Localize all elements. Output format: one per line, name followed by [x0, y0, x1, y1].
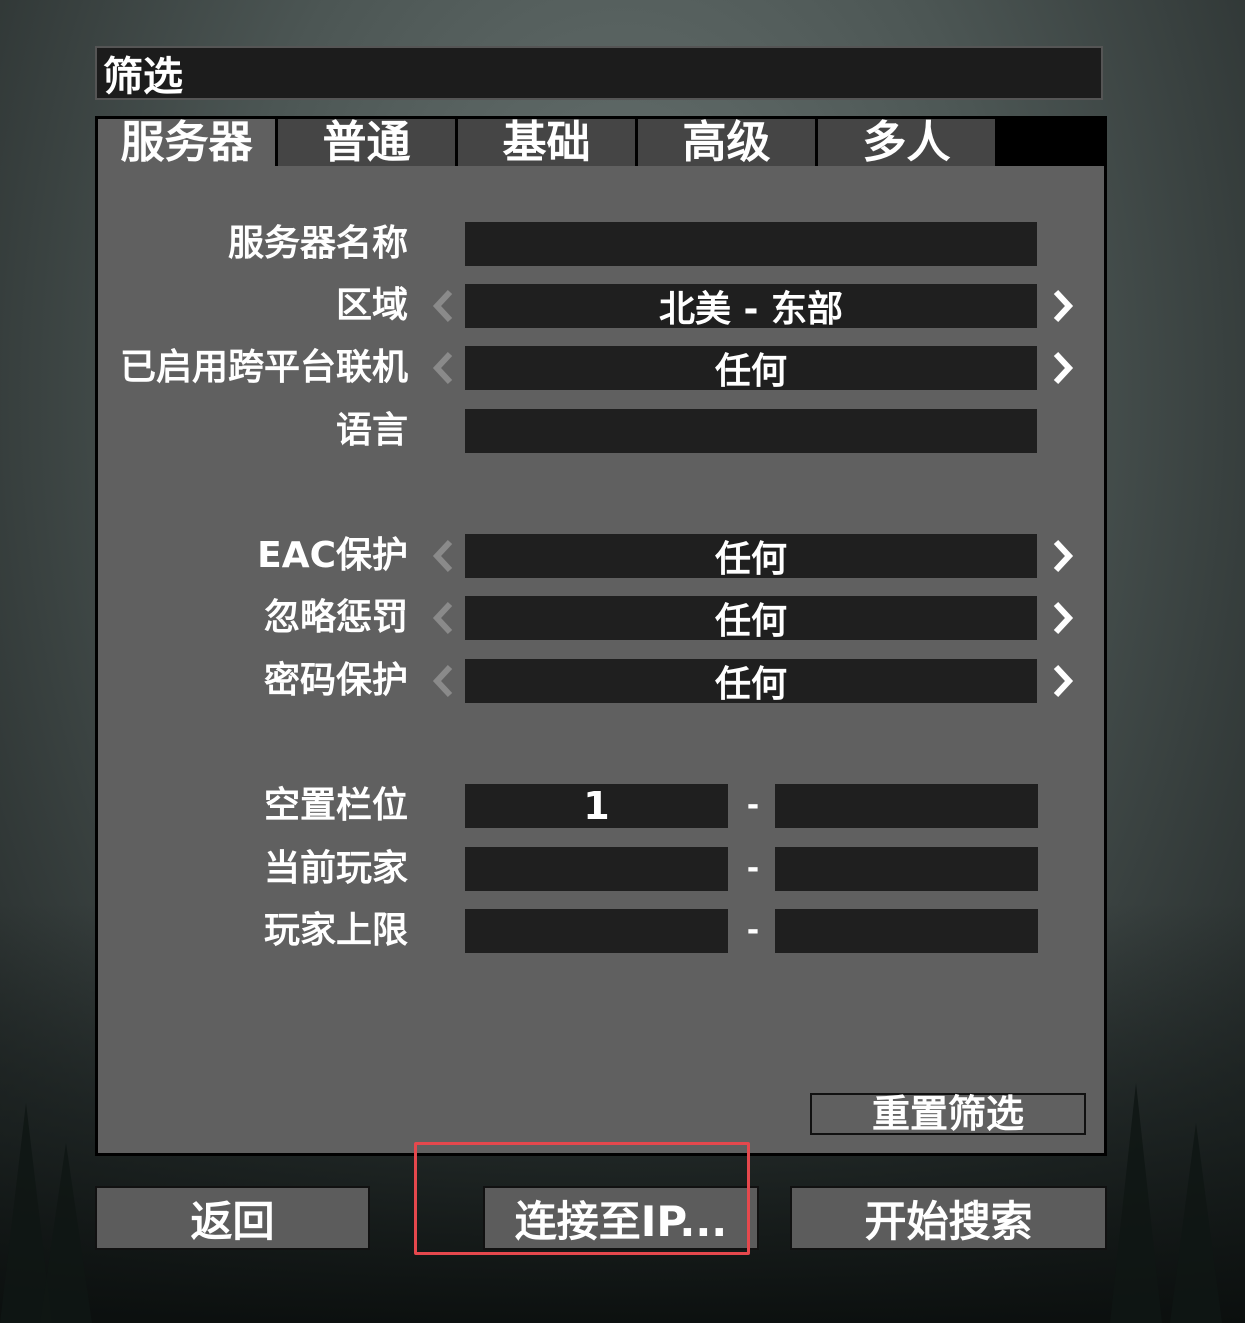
filter-title-bar: 筛选 — [95, 46, 1103, 100]
free-slots-max-input[interactable] — [775, 784, 1038, 828]
region-selector[interactable]: 北美 - 东部 — [465, 284, 1037, 330]
chevron-left-icon[interactable] — [428, 284, 458, 328]
current-players-row: 当前玩家 - — [98, 847, 1104, 891]
range-separator: - — [746, 851, 760, 886]
back-button[interactable]: 返回 — [95, 1186, 370, 1250]
server-name-input[interactable] — [465, 222, 1037, 266]
server-name-label: 服务器名称 — [227, 223, 408, 264]
chevron-right-icon[interactable] — [1048, 534, 1078, 578]
eac-label: EAC保护 — [257, 535, 408, 576]
ignore-penalty-row: 忽略惩罚 任何 — [98, 596, 1104, 642]
tab-basic[interactable]: 基础 — [458, 119, 635, 166]
max-players-row: 玩家上限 - — [98, 909, 1104, 953]
max-players-max-input[interactable] — [775, 909, 1038, 953]
tab-multiplayer[interactable]: 多人 — [818, 119, 995, 166]
crossplay-row: 已启用跨平台联机 任何 — [98, 346, 1104, 392]
password-row: 密码保护 任何 — [98, 659, 1104, 705]
filter-title: 筛选 — [103, 54, 183, 100]
free-slots-row: 空置栏位 1 - — [98, 784, 1104, 828]
crossplay-label: 已启用跨平台联机 — [119, 347, 408, 388]
current-players-min-input[interactable] — [465, 847, 728, 891]
range-separator: - — [746, 913, 760, 948]
max-players-label: 玩家上限 — [263, 910, 408, 951]
server-filter-content: 服务器名称 区域 北美 - 东部 已启用跨平台联机 任何 语言 EAC保护 任何… — [98, 166, 1104, 1153]
language-input[interactable] — [465, 409, 1037, 453]
current-players-max-input[interactable] — [775, 847, 1038, 891]
tree-silhouette — [1110, 1083, 1162, 1323]
tab-general[interactable]: 普通 — [278, 119, 455, 166]
chevron-right-icon[interactable] — [1048, 659, 1078, 703]
chevron-right-icon[interactable] — [1048, 346, 1078, 390]
range-separator: - — [746, 788, 760, 823]
chevron-left-icon[interactable] — [428, 534, 458, 578]
crossplay-selector[interactable]: 任何 — [465, 346, 1037, 392]
chevron-right-icon[interactable] — [1048, 284, 1078, 328]
eac-selector[interactable]: 任何 — [465, 534, 1037, 580]
current-players-label: 当前玩家 — [263, 848, 408, 889]
tab-bar: 服务器 普通 基础 高级 多人 — [98, 119, 998, 166]
tab-server[interactable]: 服务器 — [98, 119, 275, 166]
language-row: 语言 — [98, 409, 1104, 453]
highlight-box — [414, 1142, 750, 1255]
password-label: 密码保护 — [263, 660, 408, 701]
reset-filters-button[interactable]: 重置筛选 — [810, 1093, 1086, 1135]
tree-silhouette — [1170, 1123, 1222, 1323]
eac-row: EAC保护 任何 — [98, 534, 1104, 580]
free-slots-min-input[interactable]: 1 — [465, 784, 728, 828]
server-name-row: 服务器名称 — [98, 222, 1104, 266]
tree-silhouette — [40, 1143, 92, 1323]
ignore-penalty-label: 忽略惩罚 — [263, 597, 408, 638]
start-search-button[interactable]: 开始搜索 — [790, 1186, 1107, 1250]
region-row: 区域 北美 - 东部 — [98, 284, 1104, 330]
password-selector[interactable]: 任何 — [465, 659, 1037, 705]
ignore-penalty-selector[interactable]: 任何 — [465, 596, 1037, 642]
max-players-min-input[interactable] — [465, 909, 728, 953]
language-label: 语言 — [335, 410, 408, 451]
chevron-left-icon[interactable] — [428, 659, 458, 703]
filter-panel: 服务器 普通 基础 高级 多人 服务器名称 区域 北美 - 东部 已启用跨平台联… — [95, 116, 1107, 1156]
chevron-right-icon[interactable] — [1048, 596, 1078, 640]
chevron-left-icon[interactable] — [428, 346, 458, 390]
chevron-left-icon[interactable] — [428, 596, 458, 640]
tab-advanced[interactable]: 高级 — [638, 119, 815, 166]
free-slots-label: 空置栏位 — [263, 785, 408, 826]
region-label: 区域 — [335, 285, 408, 326]
